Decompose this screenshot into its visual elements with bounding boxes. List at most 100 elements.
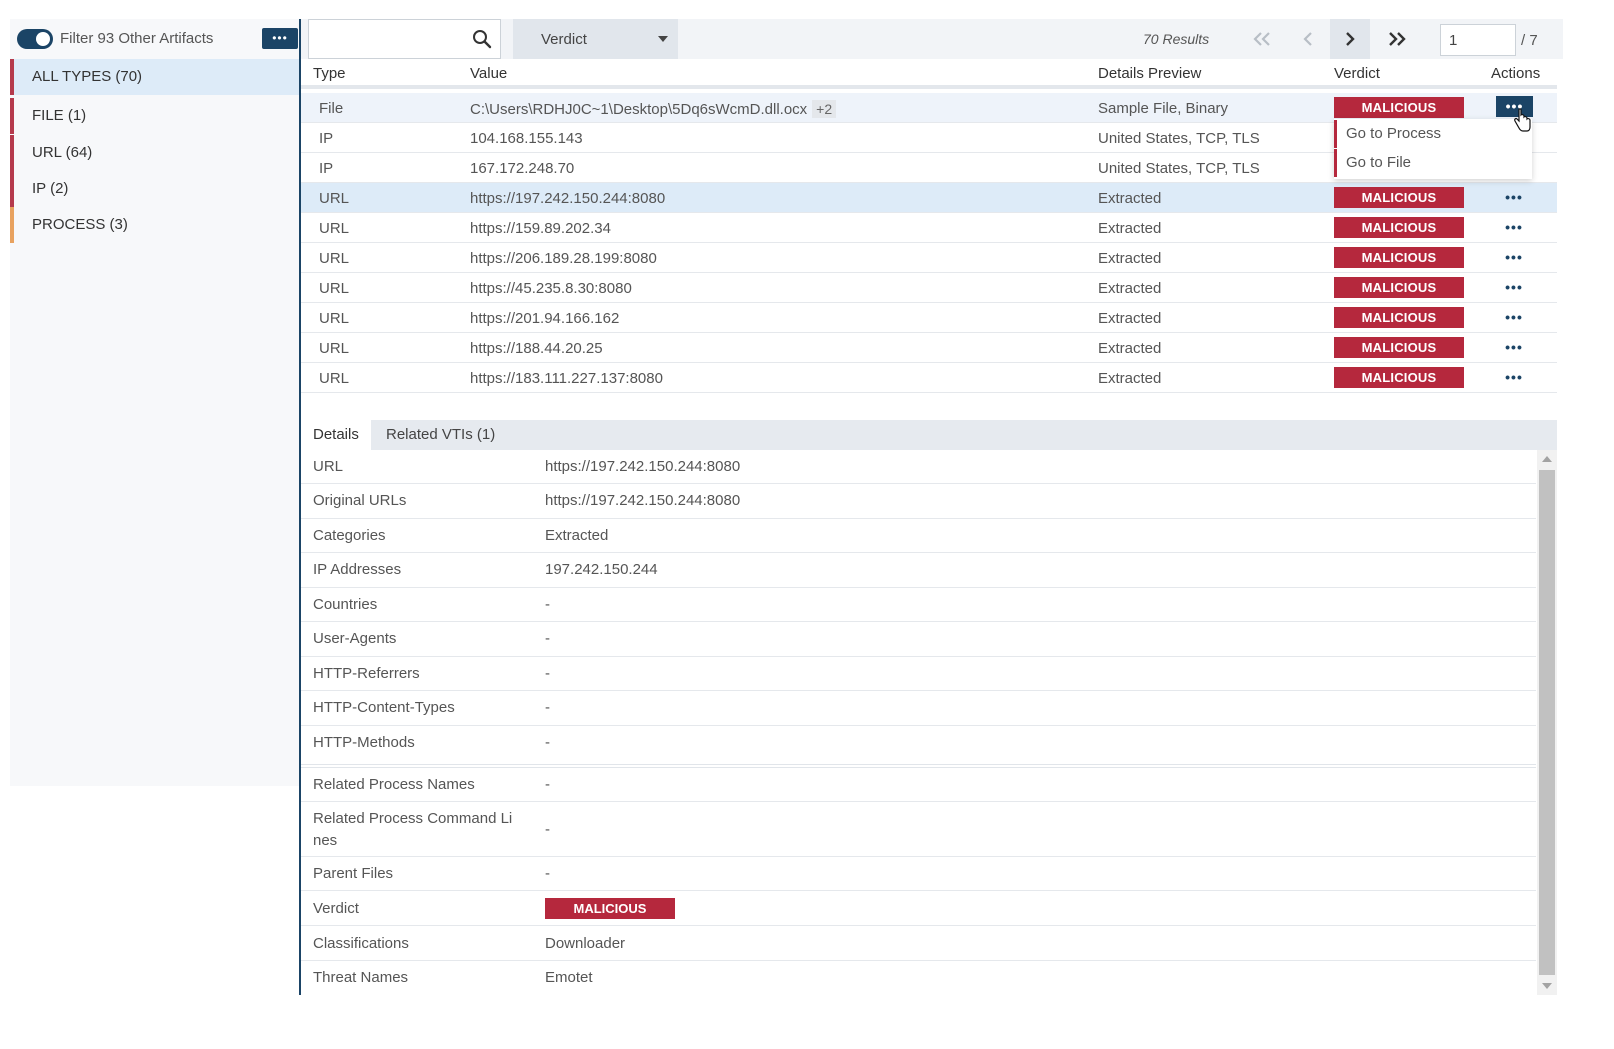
detail-row: Parent Files - (301, 857, 1536, 891)
detail-value: - (545, 665, 550, 682)
detail-value: - (545, 865, 550, 882)
row-type: URL (319, 370, 350, 387)
detail-key: IP Addresses (313, 561, 402, 578)
detail-row: Categories Extracted (301, 519, 1536, 553)
row-type: URL (319, 220, 350, 237)
go-to-process-menu-item[interactable]: Go to Process (1334, 120, 1532, 148)
column-header-type[interactable]: Type (313, 65, 346, 82)
previous-page-button[interactable] (1288, 19, 1328, 59)
row-actions-button[interactable]: ••• (1494, 304, 1534, 330)
results-toolbar: Verdict 70 Results / 7 (301, 19, 1563, 59)
row-type: URL (319, 190, 350, 207)
tab-details[interactable]: Details (301, 420, 371, 450)
table-row[interactable]: URL https://183.111.227.137:8080 Extract… (301, 363, 1557, 393)
row-value: https://197.242.150.244:8080 (470, 190, 666, 207)
tab-related-vtis[interactable]: Related VTIs (1) (374, 420, 507, 450)
row-details: Extracted (1098, 310, 1162, 327)
page-total: / 7 (1521, 32, 1538, 49)
detail-value: Emotet (545, 969, 593, 986)
row-value: 167.172.248.70 (470, 160, 575, 177)
detail-key: HTTP-Content-Types (313, 699, 455, 716)
column-header-value[interactable]: Value (470, 65, 507, 82)
detail-key: Verdict (313, 900, 359, 917)
filter-row: Filter 93 Other Artifacts ••• (10, 19, 299, 59)
table-row[interactable]: URL https://197.242.150.244:8080 Extract… (301, 183, 1557, 213)
row-type: IP (319, 160, 334, 177)
table-row[interactable]: URL https://159.89.202.34 Extracted MALI… (301, 213, 1557, 243)
filter-toggle[interactable] (17, 29, 53, 49)
detail-value: - (545, 630, 550, 647)
row-type: URL (319, 280, 350, 297)
table-row[interactable]: URL https://45.235.8.30:8080 Extracted M… (301, 273, 1557, 303)
detail-row: HTTP-Content-Types - (301, 691, 1536, 726)
row-details: Extracted (1098, 220, 1162, 237)
detail-row: Classifications Downloader (301, 926, 1536, 961)
row-value: https://45.235.8.30:8080 (470, 280, 632, 297)
verdict-filter-select[interactable]: Verdict (513, 19, 678, 59)
detail-value: https://197.242.150.244:8080 (545, 458, 741, 475)
type-filter-all[interactable]: ALL TYPES (70) (10, 59, 299, 95)
detail-row: URL https://197.242.150.244:8080 (301, 450, 1536, 484)
detail-key: HTTP-Referrers (313, 665, 420, 682)
detail-key: Countries (313, 596, 378, 613)
verdict-badge: MALICIOUS (1334, 217, 1464, 238)
row-actions-button[interactable]: ••• (1494, 184, 1534, 210)
row-actions-button[interactable]: ••• (1494, 274, 1534, 300)
filter-more-button[interactable]: ••• (262, 28, 298, 49)
search-icon[interactable] (472, 29, 492, 49)
first-page-button[interactable] (1242, 19, 1282, 59)
detail-value: Extracted (545, 527, 609, 544)
row-value: https://206.189.28.199:8080 (470, 250, 657, 267)
details-scrollbar[interactable] (1537, 450, 1557, 995)
detail-value: - (545, 734, 550, 751)
row-details: Extracted (1098, 280, 1162, 297)
detail-value: https://197.242.150.244:8080 (545, 492, 741, 509)
table-row[interactable]: URL https://201.94.166.162 Extracted MAL… (301, 303, 1557, 333)
go-to-file-menu-item[interactable]: Go to File (1334, 149, 1532, 177)
row-value: https://159.89.202.34 (470, 220, 611, 237)
type-filter-ip[interactable]: IP (2) (10, 171, 299, 207)
more-values-tag[interactable]: +2 (812, 100, 837, 118)
verdict-select-label: Verdict (541, 31, 587, 48)
type-filter-process[interactable]: PROCESS (3) (10, 207, 299, 243)
detail-row: Verdict MALICIOUS (301, 891, 1536, 926)
search-input[interactable] (315, 28, 465, 50)
scroll-down-arrow-icon[interactable] (1542, 983, 1552, 989)
detail-key: HTTP-Methods (313, 734, 415, 751)
double-chevron-right-icon (1389, 32, 1406, 46)
row-details: United States, TCP, TLS (1098, 160, 1260, 177)
double-chevron-left-icon (1253, 32, 1270, 46)
last-page-button[interactable] (1377, 19, 1417, 59)
scroll-up-arrow-icon[interactable] (1542, 456, 1552, 462)
verdict-badge: MALICIOUS (545, 898, 675, 919)
row-actions-button[interactable]: ••• (1494, 214, 1534, 240)
table-row[interactable]: URL https://188.44.20.25 Extracted MALIC… (301, 333, 1557, 363)
row-value: C:\Users\RDHJ0C~1\Desktop\5Dq6sWcmD.dll.… (470, 100, 837, 118)
table-row[interactable]: URL https://206.189.28.199:8080 Extracte… (301, 243, 1557, 273)
detail-key: Related Process Command Li nes (313, 810, 513, 849)
detail-row: Original URLs https://197.242.150.244:80… (301, 484, 1536, 519)
detail-key: Categories (313, 527, 386, 544)
verdict-badge: MALICIOUS (1334, 367, 1464, 388)
page-number-input[interactable] (1440, 24, 1516, 56)
column-header-verdict[interactable]: Verdict (1334, 65, 1380, 82)
next-page-button[interactable] (1330, 19, 1370, 59)
row-details: Extracted (1098, 340, 1162, 357)
row-actions-button[interactable]: ••• (1494, 364, 1534, 390)
row-actions-button[interactable]: ••• (1494, 244, 1534, 270)
row-details: Extracted (1098, 370, 1162, 387)
detail-row: Threat Names Emotet (301, 961, 1536, 995)
column-header-details[interactable]: Details Preview (1098, 65, 1201, 82)
detail-value: 197.242.150.244 (545, 561, 658, 578)
scrollbar-thumb[interactable] (1539, 470, 1555, 975)
chevron-right-icon (1346, 32, 1355, 46)
row-details: Extracted (1098, 190, 1162, 207)
detail-row: Countries - (301, 588, 1536, 622)
detail-key: User-Agents (313, 630, 397, 647)
type-filter-file[interactable]: FILE (1) (10, 98, 299, 134)
detail-key: URL (313, 458, 344, 475)
type-filter-url[interactable]: URL (64) (10, 135, 299, 171)
row-type: IP (319, 130, 334, 147)
caret-down-icon (658, 36, 668, 42)
row-actions-button[interactable]: ••• (1494, 334, 1534, 360)
